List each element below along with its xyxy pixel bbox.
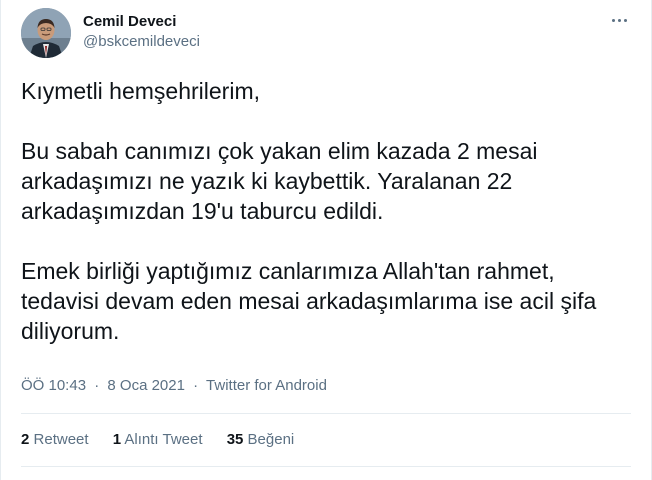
tweet-line: Emek birliği yaptığımız canlarımıza Alla… xyxy=(21,258,555,284)
tweet-line: arkadaşımızdan 19'u taburcu edildi. xyxy=(21,198,384,224)
tweet-source[interactable]: Twitter for Android xyxy=(206,377,327,394)
avatar[interactable] xyxy=(21,8,71,58)
more-dots-icon[interactable] xyxy=(607,10,631,30)
tweet-line: Kıymetli hemşehrilerim, xyxy=(21,78,260,104)
quotes-label: Alıntı Tweet xyxy=(124,431,203,448)
tweet-time[interactable]: ÖÖ 10:43 xyxy=(21,377,86,394)
tweet-line: arkadaşımızı ne yazık ki kaybettik. Yara… xyxy=(21,168,513,194)
dot xyxy=(623,18,627,22)
tweet-line: diliyorum. xyxy=(21,318,120,344)
meta-separator: · xyxy=(94,377,100,394)
retweets-label: Retweet xyxy=(33,431,89,448)
quotes-count: 1 xyxy=(112,431,122,448)
display-name[interactable]: Cemil Deveci xyxy=(83,12,200,32)
tweet-meta: ÖÖ 10:43 · 8 Oca 2021 · Twitter for Andr… xyxy=(21,376,327,396)
profile-photo-icon xyxy=(21,8,71,58)
tweet-line: Bu sabah canımızı çok yakan elim kazada … xyxy=(21,138,538,164)
dot xyxy=(617,18,621,22)
tweet-text: Kıymetli hemşehrilerim, Bu sabah canımız… xyxy=(21,76,626,346)
divider xyxy=(21,466,631,467)
tweet-paragraph: Bu sabah canımızı çok yakan elim kazada … xyxy=(21,136,626,226)
tweet-detail: Cemil Deveci @bskcemildeveci Kıymetli he… xyxy=(0,0,652,480)
dot xyxy=(611,18,615,22)
quotes-stat[interactable]: 1 Alıntı Tweet xyxy=(113,431,207,448)
tweet-line: tedavisi devam eden mesai arkadaşımlarım… xyxy=(21,288,597,314)
tweet-header: Cemil Deveci @bskcemildeveci xyxy=(21,8,631,60)
meta-separator: · xyxy=(193,377,199,394)
likes-count: 35 xyxy=(226,431,244,448)
author-names: Cemil Deveci @bskcemildeveci xyxy=(83,12,200,52)
likes-stat[interactable]: 35 Beğeni xyxy=(227,431,295,448)
tweet-stats: 2 Retweet 1 Alıntı Tweet 35 Beğeni xyxy=(21,430,314,450)
retweets-count: 2 xyxy=(21,431,30,448)
tweet-paragraph: Emek birliği yaptığımız canlarımıza Alla… xyxy=(21,256,626,346)
tweet-date[interactable]: 8 Oca 2021 xyxy=(107,377,185,394)
user-handle[interactable]: @bskcemildeveci xyxy=(83,32,200,52)
divider xyxy=(21,413,631,414)
retweets-stat[interactable]: 2 Retweet xyxy=(21,431,93,448)
likes-label: Beğeni xyxy=(247,431,295,448)
tweet-paragraph: Kıymetli hemşehrilerim, xyxy=(21,76,626,106)
